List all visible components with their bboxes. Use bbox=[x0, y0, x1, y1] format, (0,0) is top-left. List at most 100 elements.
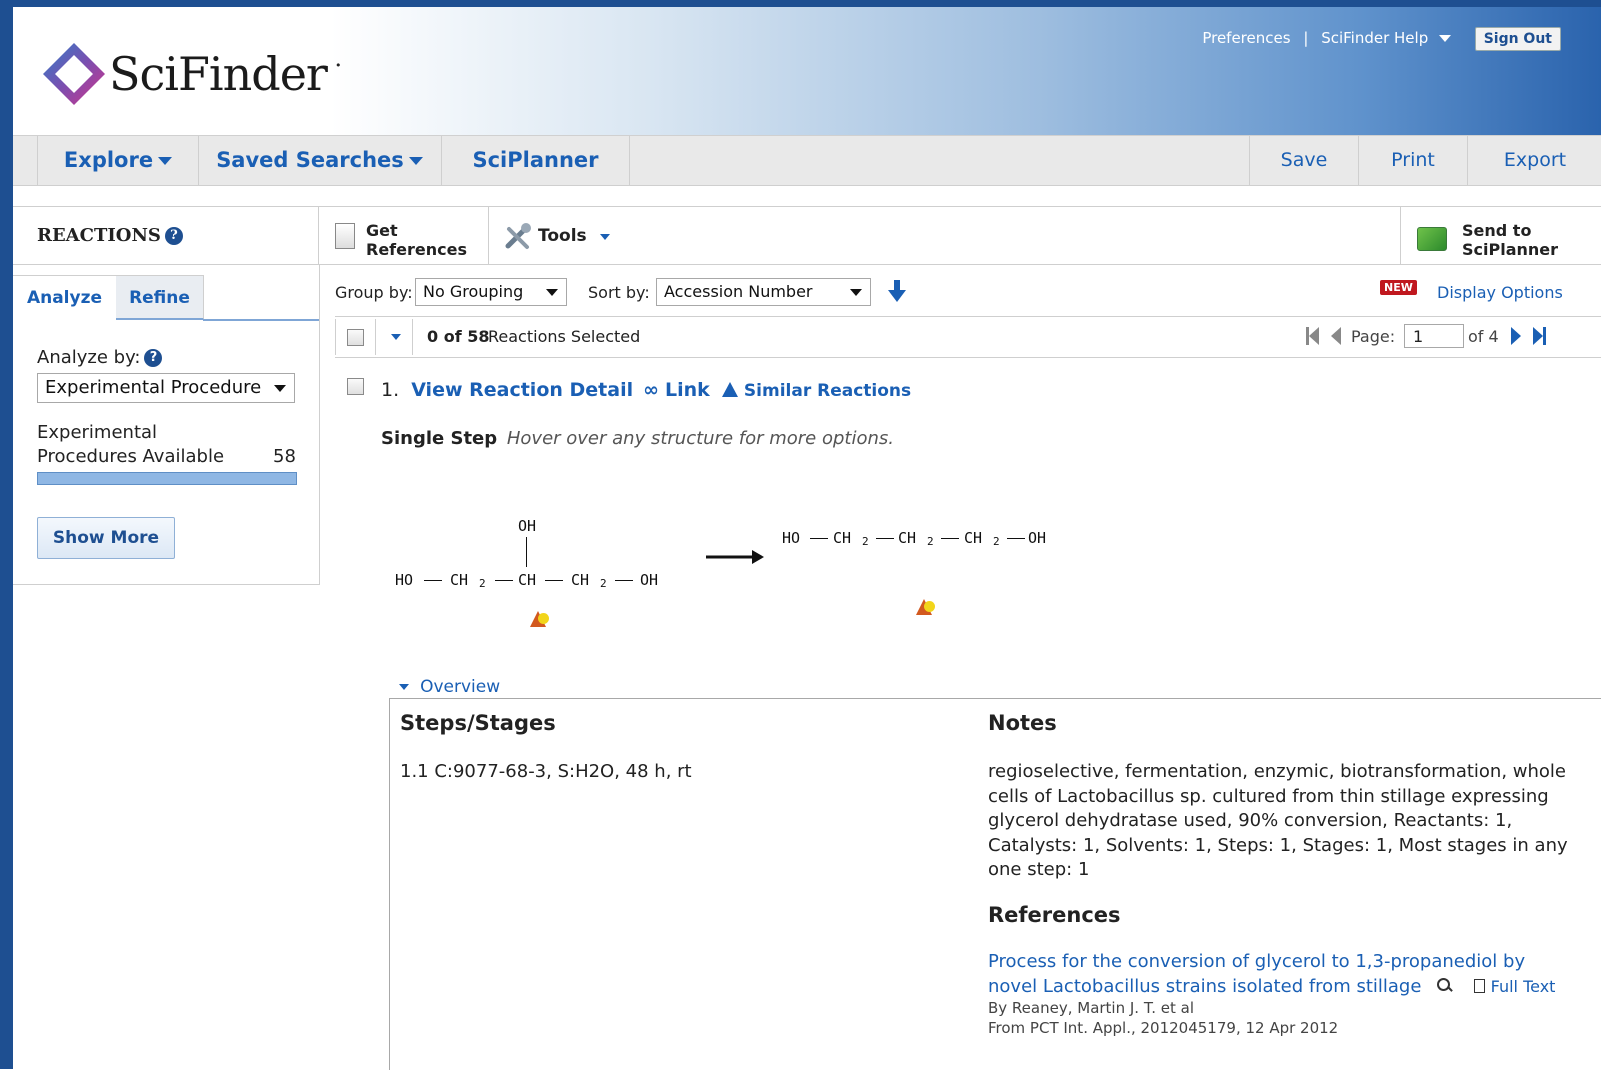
analyze-by-label: Analyze by:? bbox=[37, 347, 163, 368]
bond-line bbox=[941, 538, 959, 539]
reaction-arrow-icon bbox=[706, 550, 764, 564]
reaction-role-flask-icon[interactable] bbox=[530, 611, 549, 627]
divider bbox=[1400, 207, 1401, 264]
result-checkbox[interactable] bbox=[347, 378, 364, 395]
selected-suffix: Reactions Selected bbox=[488, 327, 641, 346]
sort-by-select[interactable]: Accession Number bbox=[656, 278, 871, 306]
tools-menu[interactable]: Tools bbox=[503, 221, 623, 251]
page-input[interactable]: 1 bbox=[1404, 324, 1464, 348]
analyze-panel: Analyze Refine Analyze by:? Experimental… bbox=[13, 264, 320, 585]
reactant-ch2-b: CH bbox=[571, 571, 590, 589]
save-button[interactable]: Save bbox=[1249, 136, 1358, 185]
category-label-line2[interactable]: Procedures Available bbox=[37, 446, 224, 467]
divider bbox=[488, 207, 489, 264]
send-to-sciplanner-button[interactable]: Send to SciPlanner bbox=[1415, 215, 1595, 259]
result-header: 1. View Reaction Detail ∞ Link Similar R… bbox=[381, 379, 911, 401]
similar-reactions-link[interactable]: Similar Reactions bbox=[744, 381, 911, 401]
product-structure[interactable]: HO CH 2 CH 2 CH 2 OH bbox=[782, 525, 1072, 625]
group-by-value: No Grouping bbox=[423, 282, 524, 301]
select-all-checkbox[interactable] bbox=[347, 329, 364, 346]
view-reaction-detail-link[interactable]: View Reaction Detail bbox=[411, 379, 633, 401]
analyze-by-text: Analyze by: bbox=[37, 347, 141, 368]
help-icon[interactable]: ? bbox=[144, 349, 163, 367]
sort-by-value: Accession Number bbox=[664, 282, 813, 301]
bond-line bbox=[876, 538, 894, 539]
overview-toggle[interactable]: Overview bbox=[399, 677, 500, 697]
show-more-button[interactable]: Show More bbox=[37, 517, 175, 559]
bond-line bbox=[424, 580, 442, 581]
main-nav: Explore Saved Searches SciPlanner Save P… bbox=[13, 135, 1601, 186]
category-bar[interactable] bbox=[37, 472, 297, 485]
reactions-title-text: REACTIONS bbox=[37, 225, 161, 246]
full-text-link[interactable]: Full Text bbox=[1491, 977, 1556, 996]
app-window: SciFinder • Preferences | SciFinder Help… bbox=[0, 0, 1601, 1070]
first-page-icon[interactable] bbox=[1306, 327, 1319, 349]
reactant-ch: CH bbox=[518, 571, 537, 589]
tab-refine[interactable]: Refine bbox=[116, 275, 204, 320]
step-line: Single Step Hover over any structure for… bbox=[381, 428, 894, 449]
chevron-down-icon[interactable] bbox=[391, 334, 401, 340]
nav-sciplanner[interactable]: SciPlanner bbox=[442, 136, 630, 185]
logo-diamond-icon bbox=[43, 43, 105, 105]
references-header: References bbox=[988, 903, 1121, 927]
bond-line bbox=[545, 580, 563, 581]
bond-line bbox=[495, 580, 513, 581]
product-ch2-b: CH bbox=[898, 529, 917, 547]
window-left-border bbox=[0, 0, 13, 1069]
analyze-by-value: Experimental Procedure bbox=[45, 377, 262, 398]
document-icon bbox=[335, 223, 355, 249]
get-references-line2: References bbox=[366, 240, 467, 259]
link-icon: ∞ bbox=[643, 379, 659, 401]
get-references-line1: Get bbox=[366, 221, 398, 240]
reaction-role-flask-icon[interactable] bbox=[916, 599, 935, 615]
sign-out-button[interactable]: Sign Out bbox=[1474, 27, 1561, 51]
category-label-line1[interactable]: Experimental bbox=[37, 422, 157, 443]
chevron-down-icon bbox=[274, 385, 286, 392]
scifinder-help-link[interactable]: SciFinder Help bbox=[1321, 29, 1428, 47]
chevron-down-icon[interactable] bbox=[1439, 35, 1451, 42]
tools-icon bbox=[505, 223, 531, 249]
result-index: 1. bbox=[381, 379, 400, 401]
reactant-ch2-a: CH bbox=[450, 571, 469, 589]
category-count: 58 bbox=[273, 446, 296, 467]
analyze-by-select[interactable]: Experimental Procedure bbox=[37, 373, 295, 403]
nav-explore[interactable]: Explore bbox=[37, 136, 199, 185]
send-to-line2: SciPlanner bbox=[1462, 240, 1559, 259]
nav-saved-searches[interactable]: Saved Searches bbox=[198, 136, 442, 185]
group-by-select[interactable]: No Grouping bbox=[415, 278, 567, 306]
group-by-label: Group by: bbox=[335, 283, 413, 302]
search-icon[interactable] bbox=[1437, 977, 1453, 992]
selected-count: 0 of 58 bbox=[427, 327, 490, 346]
sciplanner-icon bbox=[1417, 227, 1447, 251]
reactant-oh: OH bbox=[640, 571, 659, 589]
prev-page-icon[interactable] bbox=[1331, 327, 1341, 349]
preferences-link[interactable]: Preferences bbox=[1202, 29, 1290, 47]
divider bbox=[375, 319, 376, 355]
reference-source: From PCT Int. Appl., 2012045179, 12 Apr … bbox=[988, 1019, 1339, 1037]
last-page-icon[interactable] bbox=[1533, 327, 1546, 349]
chevron-down-icon bbox=[850, 289, 862, 296]
display-options-link[interactable]: Display Options bbox=[1437, 283, 1563, 302]
reactant-structure[interactable]: OH HO CH 2 CH CH 2 OH bbox=[395, 515, 685, 635]
send-to-line1: Send to bbox=[1462, 221, 1532, 240]
full-text-icon bbox=[1473, 978, 1485, 993]
notes-text: regioselective, fermentation, enzymic, b… bbox=[988, 761, 1568, 880]
chevron-down-icon bbox=[600, 234, 610, 240]
tab-analyze[interactable]: Analyze bbox=[13, 275, 117, 320]
sort-direction-icon[interactable] bbox=[887, 278, 907, 304]
hover-hint: Hover over any structure for more option… bbox=[506, 428, 894, 449]
overview-panel: Steps/Stages 1.1 C:9077-68-3, S:H2O, 48 … bbox=[389, 698, 1601, 1070]
help-icon[interactable]: ? bbox=[164, 227, 183, 245]
reference-title-block: Process for the conversion of glycerol t… bbox=[988, 950, 1573, 999]
link-link[interactable]: Link bbox=[665, 379, 710, 401]
get-references-button[interactable]: Get References bbox=[333, 215, 483, 259]
product-sub-a: 2 bbox=[862, 535, 869, 548]
next-page-icon[interactable] bbox=[1511, 327, 1521, 349]
product-sub-b: 2 bbox=[927, 535, 934, 548]
notes-header: Notes bbox=[988, 711, 1057, 735]
registered-mark: • bbox=[335, 59, 342, 72]
export-button[interactable]: Export bbox=[1467, 136, 1601, 185]
top-links: Preferences | SciFinder Help bbox=[1202, 29, 1451, 47]
new-badge: NEW bbox=[1380, 280, 1417, 295]
print-button[interactable]: Print bbox=[1358, 136, 1467, 185]
